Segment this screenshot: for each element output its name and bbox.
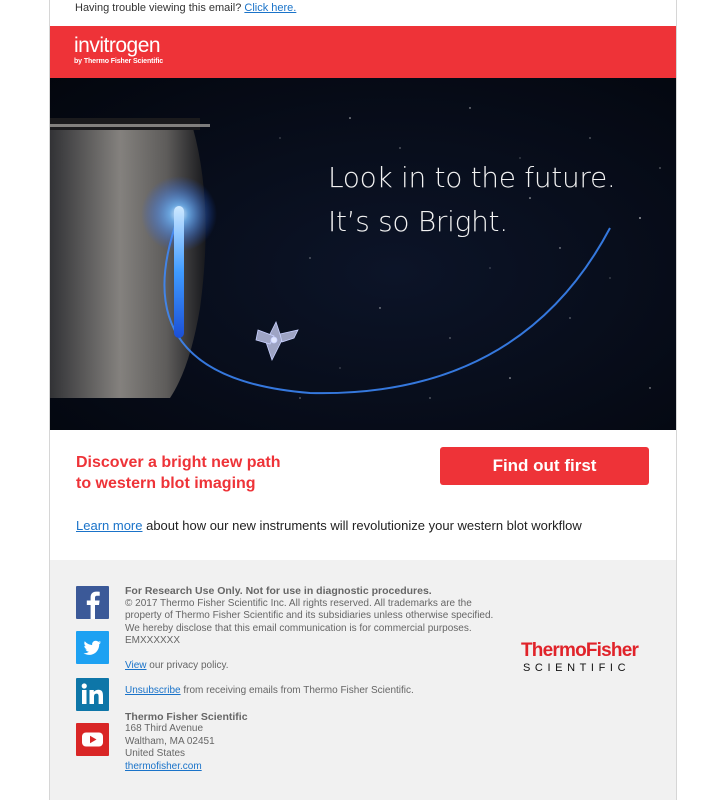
- view-online-link[interactable]: Click here.: [244, 2, 296, 14]
- unsubscribe-line: Unsubscribe from receiving emails from T…: [125, 685, 505, 698]
- facebook-icon[interactable]: [76, 586, 109, 619]
- view-online-text: Having trouble viewing this email?: [75, 2, 242, 14]
- footer-legal: For Research Use Only. Not for use in di…: [125, 585, 505, 773]
- thermofisher-logo-name: ThermoFisher: [521, 640, 639, 661]
- website-link[interactable]: thermofisher.com: [125, 761, 202, 772]
- research-use-notice: For Research Use Only. Not for use in di…: [125, 585, 432, 597]
- unsubscribe-link[interactable]: Unsubscribe: [125, 685, 181, 696]
- brand-header: invitrogen by Thermo Fisher Scientific: [50, 26, 676, 78]
- frame-border-right: [676, 0, 677, 800]
- linkedin-icon[interactable]: [76, 678, 109, 711]
- promo-headline: Discover a bright new path to western bl…: [76, 452, 280, 494]
- learn-more-text: about how our new instruments will revol…: [142, 518, 582, 533]
- promo-section: Discover a bright new path to western bl…: [50, 430, 676, 560]
- thermofisher-logo[interactable]: ThermoFisher SCIENTIFIC: [521, 640, 639, 675]
- promo-headline-line-2: to western blot imaging: [76, 475, 256, 492]
- unsubscribe-text: from receiving emails from Thermo Fisher…: [180, 685, 414, 696]
- privacy-link[interactable]: View: [125, 660, 147, 671]
- hero-headline: Look in to the future. It’s so Bright.: [328, 156, 616, 244]
- twitter-icon[interactable]: [76, 631, 109, 664]
- learn-more-line: Learn more about how our new instruments…: [76, 518, 582, 533]
- find-out-first-button[interactable]: Find out first: [440, 447, 649, 485]
- hero-line-2: It’s so Bright.: [328, 205, 508, 238]
- address-country: United States: [125, 748, 186, 759]
- brand-name: invitrogen: [74, 34, 161, 57]
- thermofisher-logo-sub: SCIENTIFIC: [523, 662, 631, 674]
- brand-subtitle: by Thermo Fisher Scientific: [74, 58, 164, 65]
- hero-banner[interactable]: Look in to the future. It’s so Bright.: [50, 78, 676, 430]
- promo-headline-line-1: Discover a bright new path: [76, 454, 281, 471]
- email-body: Having trouble viewing this email? Click…: [50, 0, 676, 800]
- hero-line-1: Look in to the future.: [328, 161, 616, 194]
- hero-space-image: [50, 78, 676, 430]
- email-footer: For Research Use Only. Not for use in di…: [50, 560, 676, 800]
- address-city: Waltham, MA 02451: [125, 735, 215, 747]
- privacy-text: our privacy policy.: [146, 659, 229, 671]
- view-online-notice: Having trouble viewing this email? Click…: [50, 0, 676, 24]
- email-code: EMXXXXXX: [125, 635, 181, 646]
- privacy-line: View our privacy policy.: [125, 660, 505, 673]
- copyright-text: © 2017 Thermo Fisher Scientific Inc. All…: [125, 597, 494, 634]
- invitrogen-logo[interactable]: invitrogen by Thermo Fisher Scientific: [74, 35, 163, 67]
- company-name: Thermo Fisher Scientific: [125, 710, 248, 723]
- learn-more-link[interactable]: Learn more: [76, 518, 142, 533]
- youtube-icon[interactable]: [76, 723, 109, 756]
- address-street: 168 Third Avenue: [125, 723, 204, 734]
